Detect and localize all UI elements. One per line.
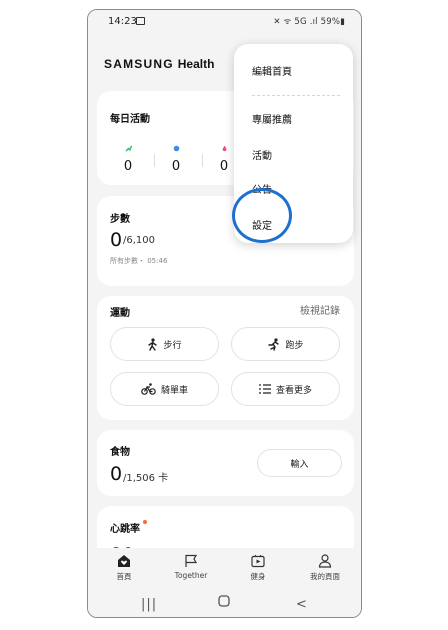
menu-events[interactable]: 活動 xyxy=(252,147,272,162)
nav-fitness[interactable]: 健身 xyxy=(228,554,288,582)
food-value: 0 xyxy=(110,463,123,485)
nav-home-label: 首頁 xyxy=(116,572,132,581)
run-label: 跑步 xyxy=(285,340,304,351)
system-nav-bar: ||| < xyxy=(88,592,361,617)
status-time: 14:23 xyxy=(108,16,137,27)
fitness-video-icon xyxy=(251,554,265,568)
steps-value: 0 xyxy=(110,229,123,251)
recent-apps-icon[interactable]: ||| xyxy=(141,597,157,612)
cycle-label: 騎單車 xyxy=(160,385,188,396)
metric-active-time-value: 0 xyxy=(123,159,133,174)
steps-note: 所有步數・ 05:46 xyxy=(110,257,168,265)
see-more-label: 查看更多 xyxy=(275,385,312,396)
app-header: SAMSUNG Health xyxy=(104,57,214,71)
view-records-link[interactable]: 檢視記錄 xyxy=(300,302,340,317)
new-indicator-dot xyxy=(143,520,147,524)
run-button[interactable]: 跑步 xyxy=(231,327,340,361)
bicycle-icon xyxy=(141,383,156,395)
food-card[interactable]: 食物 0 /1,506 卡 輸入 xyxy=(97,430,354,496)
nav-together-label: Together xyxy=(174,571,208,580)
food-title: 食物 xyxy=(110,447,130,458)
steps-goal: /6,100 xyxy=(123,235,155,246)
nav-together[interactable]: Together xyxy=(161,554,221,580)
brand-samsung: SAMSUNG xyxy=(104,57,174,71)
running-figure-icon xyxy=(125,145,132,152)
brand-health: Health xyxy=(177,57,215,71)
metric-divider xyxy=(202,154,203,167)
status-bar: 14:23 ✕ ᯤ 5G .ıl 59%▮ xyxy=(88,10,361,36)
nav-home[interactable]: 首頁 xyxy=(94,554,154,582)
steps-title: 步數 xyxy=(110,214,130,225)
bottom-nav: 首頁 Together 健身 我的頁面 xyxy=(88,548,361,592)
food-goal: /1,506 卡 xyxy=(123,473,169,484)
running-icon xyxy=(268,337,280,351)
flag-icon xyxy=(185,554,198,567)
see-more-button[interactable]: 查看更多 xyxy=(231,372,340,406)
phone-frame: 14:23 ✕ ᯤ 5G .ıl 59%▮ SAMSUNG Health 每日活動… xyxy=(87,9,362,618)
list-icon xyxy=(258,384,271,394)
heart-rate-title: 心跳率 xyxy=(110,524,140,535)
food-input-button[interactable]: 輸入 xyxy=(257,449,342,477)
metric-active-time: 0 xyxy=(113,145,143,174)
flame-icon xyxy=(222,145,226,152)
menu-recommendations[interactable]: 專屬推薦 xyxy=(252,111,292,126)
nav-fitness-label: 健身 xyxy=(250,572,266,581)
person-icon xyxy=(318,554,332,568)
walking-icon xyxy=(148,337,158,351)
nav-my-page-label: 我的頁面 xyxy=(310,572,340,581)
walk-label: 步行 xyxy=(163,340,182,351)
walk-button[interactable]: 步行 xyxy=(110,327,219,361)
exercise-title: 運動 xyxy=(110,308,130,319)
menu-edit-home[interactable]: 編輯首頁 xyxy=(252,63,292,78)
metric-divider xyxy=(154,154,155,167)
back-icon[interactable]: < xyxy=(296,597,307,612)
home-button-icon[interactable] xyxy=(218,595,230,611)
metric-calories-value: 0 xyxy=(219,159,229,174)
gallery-notification-icon xyxy=(136,17,145,25)
cycle-button[interactable]: 騎單車 xyxy=(110,372,219,406)
metric-steps-value: 0 xyxy=(171,159,181,174)
footprint-icon xyxy=(173,145,179,152)
exercise-card: 運動 檢視記錄 步行 跑步 騎單車 查看更多 xyxy=(97,296,354,420)
settings-highlight-ring xyxy=(232,188,292,243)
daily-activity-title: 每日活動 xyxy=(110,114,150,125)
nav-my-page[interactable]: 我的頁面 xyxy=(295,554,355,582)
status-icons: ✕ ᯤ 5G .ıl 59%▮ xyxy=(273,17,345,27)
menu-divider xyxy=(252,95,340,96)
metric-steps: 0 xyxy=(161,145,191,174)
home-heart-icon xyxy=(118,555,130,567)
